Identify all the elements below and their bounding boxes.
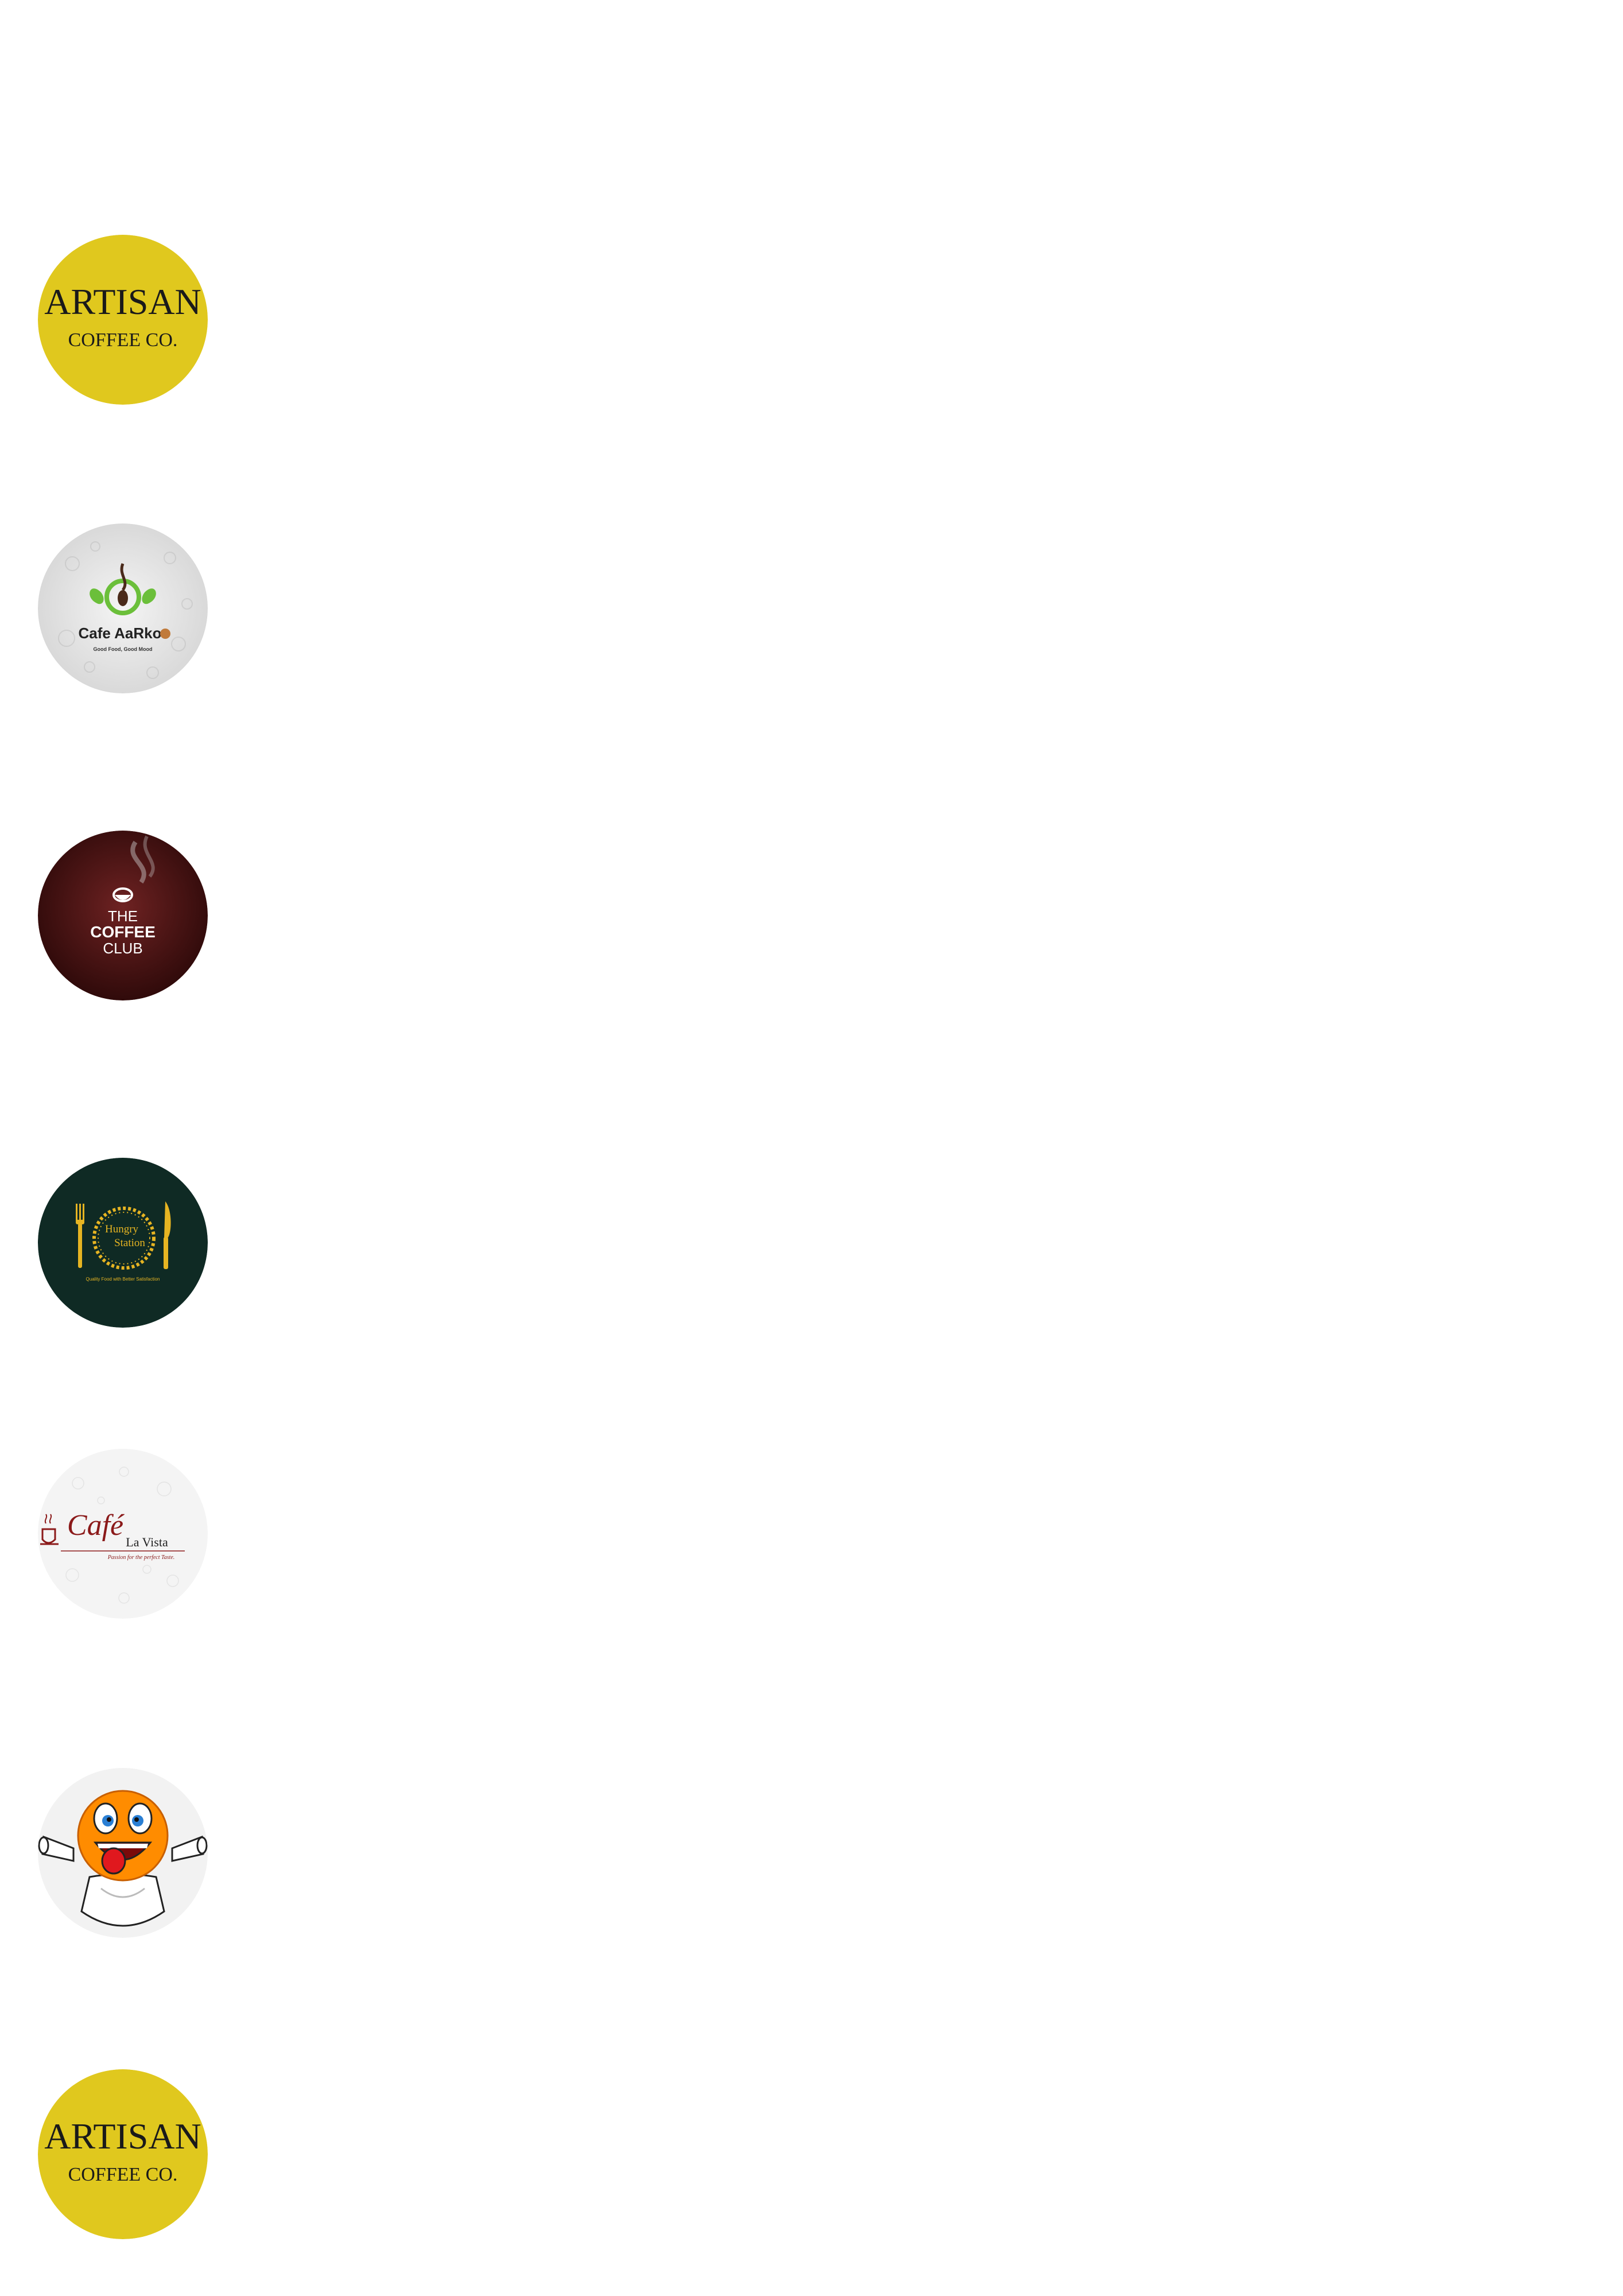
coffee-club-line3: CLUB [103,940,142,957]
mascot-face-icon [38,1768,208,1938]
artisan-coffee-logo[interactable]: ARTISAN COFFEE CO. [38,2069,208,2239]
coffee-club-logo-graphic: THE COFFEE CLUB [38,831,208,1000]
coffee-club-line1: THE [108,907,138,925]
hungry-station-tagline: Quality Food with Better Satisfaction [86,1277,160,1282]
artisan-coffee-logo-graphic: ARTISAN COFFEE CO. [38,2069,208,2239]
hungry-station-logo[interactable]: Hungry Station Quality Food with Better … [38,1158,208,1328]
cafe-aarko-logo-graphic: Cafe AaRko Good Food, Good Mood [38,523,208,693]
artisan-coffee-logo-graphic: ARTISAN COFFEE CO. [38,235,208,405]
artisan-logo-line2: COFFEE CO. [68,2164,178,2185]
artisan-logo-line2: COFFEE CO. [68,329,178,351]
hungry-station-line1: Hungry [105,1223,139,1235]
cafe-la-vista-logo[interactable]: Café La Vista Passion for the perfect Ta… [38,1449,208,1619]
artisan-coffee-logo[interactable]: ARTISAN COFFEE CO. [38,235,208,405]
hungry-station-line2: Station [114,1237,145,1249]
cafe-aarko-logo[interactable]: Cafe AaRko Good Food, Good Mood [38,523,208,693]
hungry-station-logo-graphic: Hungry Station Quality Food with Better … [38,1158,208,1328]
mascot-logo[interactable] [38,1768,208,1938]
cafe-la-vista-subtitle: La Vista [126,1535,168,1549]
cafe-la-vista-title: Café [67,1509,125,1542]
artisan-logo-line1: ARTISAN [44,2116,201,2157]
coffee-club-logo[interactable]: THE COFFEE CLUB [38,831,208,1000]
cafe-la-vista-tagline: Passion for the perfect Taste. [107,1554,175,1561]
cafe-la-vista-logo-graphic: Café La Vista Passion for the perfect Ta… [38,1449,208,1619]
cafe-aarko-tagline: Good Food, Good Mood [94,646,153,652]
coffee-club-line2: COFFEE [90,923,156,941]
cafe-aarko-title: Cafe AaRko [79,625,162,642]
artisan-logo-line1: ARTISAN [44,281,201,322]
